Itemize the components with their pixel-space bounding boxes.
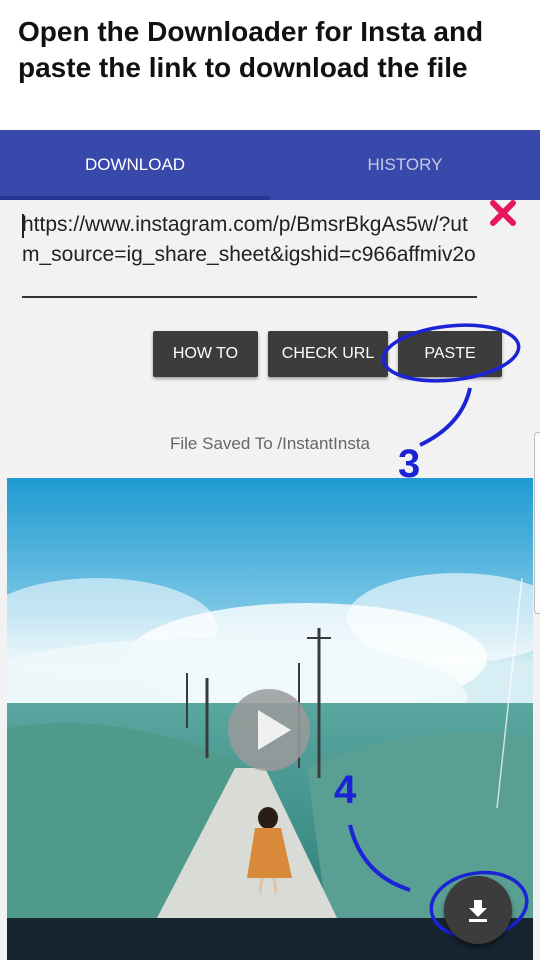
paste-annotation-circle <box>381 323 521 383</box>
step-4-label: 4 <box>334 768 357 812</box>
download-annotation-arrow <box>348 824 411 892</box>
download-fab[interactable] <box>444 876 512 944</box>
download-icon <box>469 900 487 922</box>
paste-annotation-arrow <box>419 387 472 447</box>
step-3-label: 3 <box>398 442 421 486</box>
annotation-layer <box>348 323 529 940</box>
